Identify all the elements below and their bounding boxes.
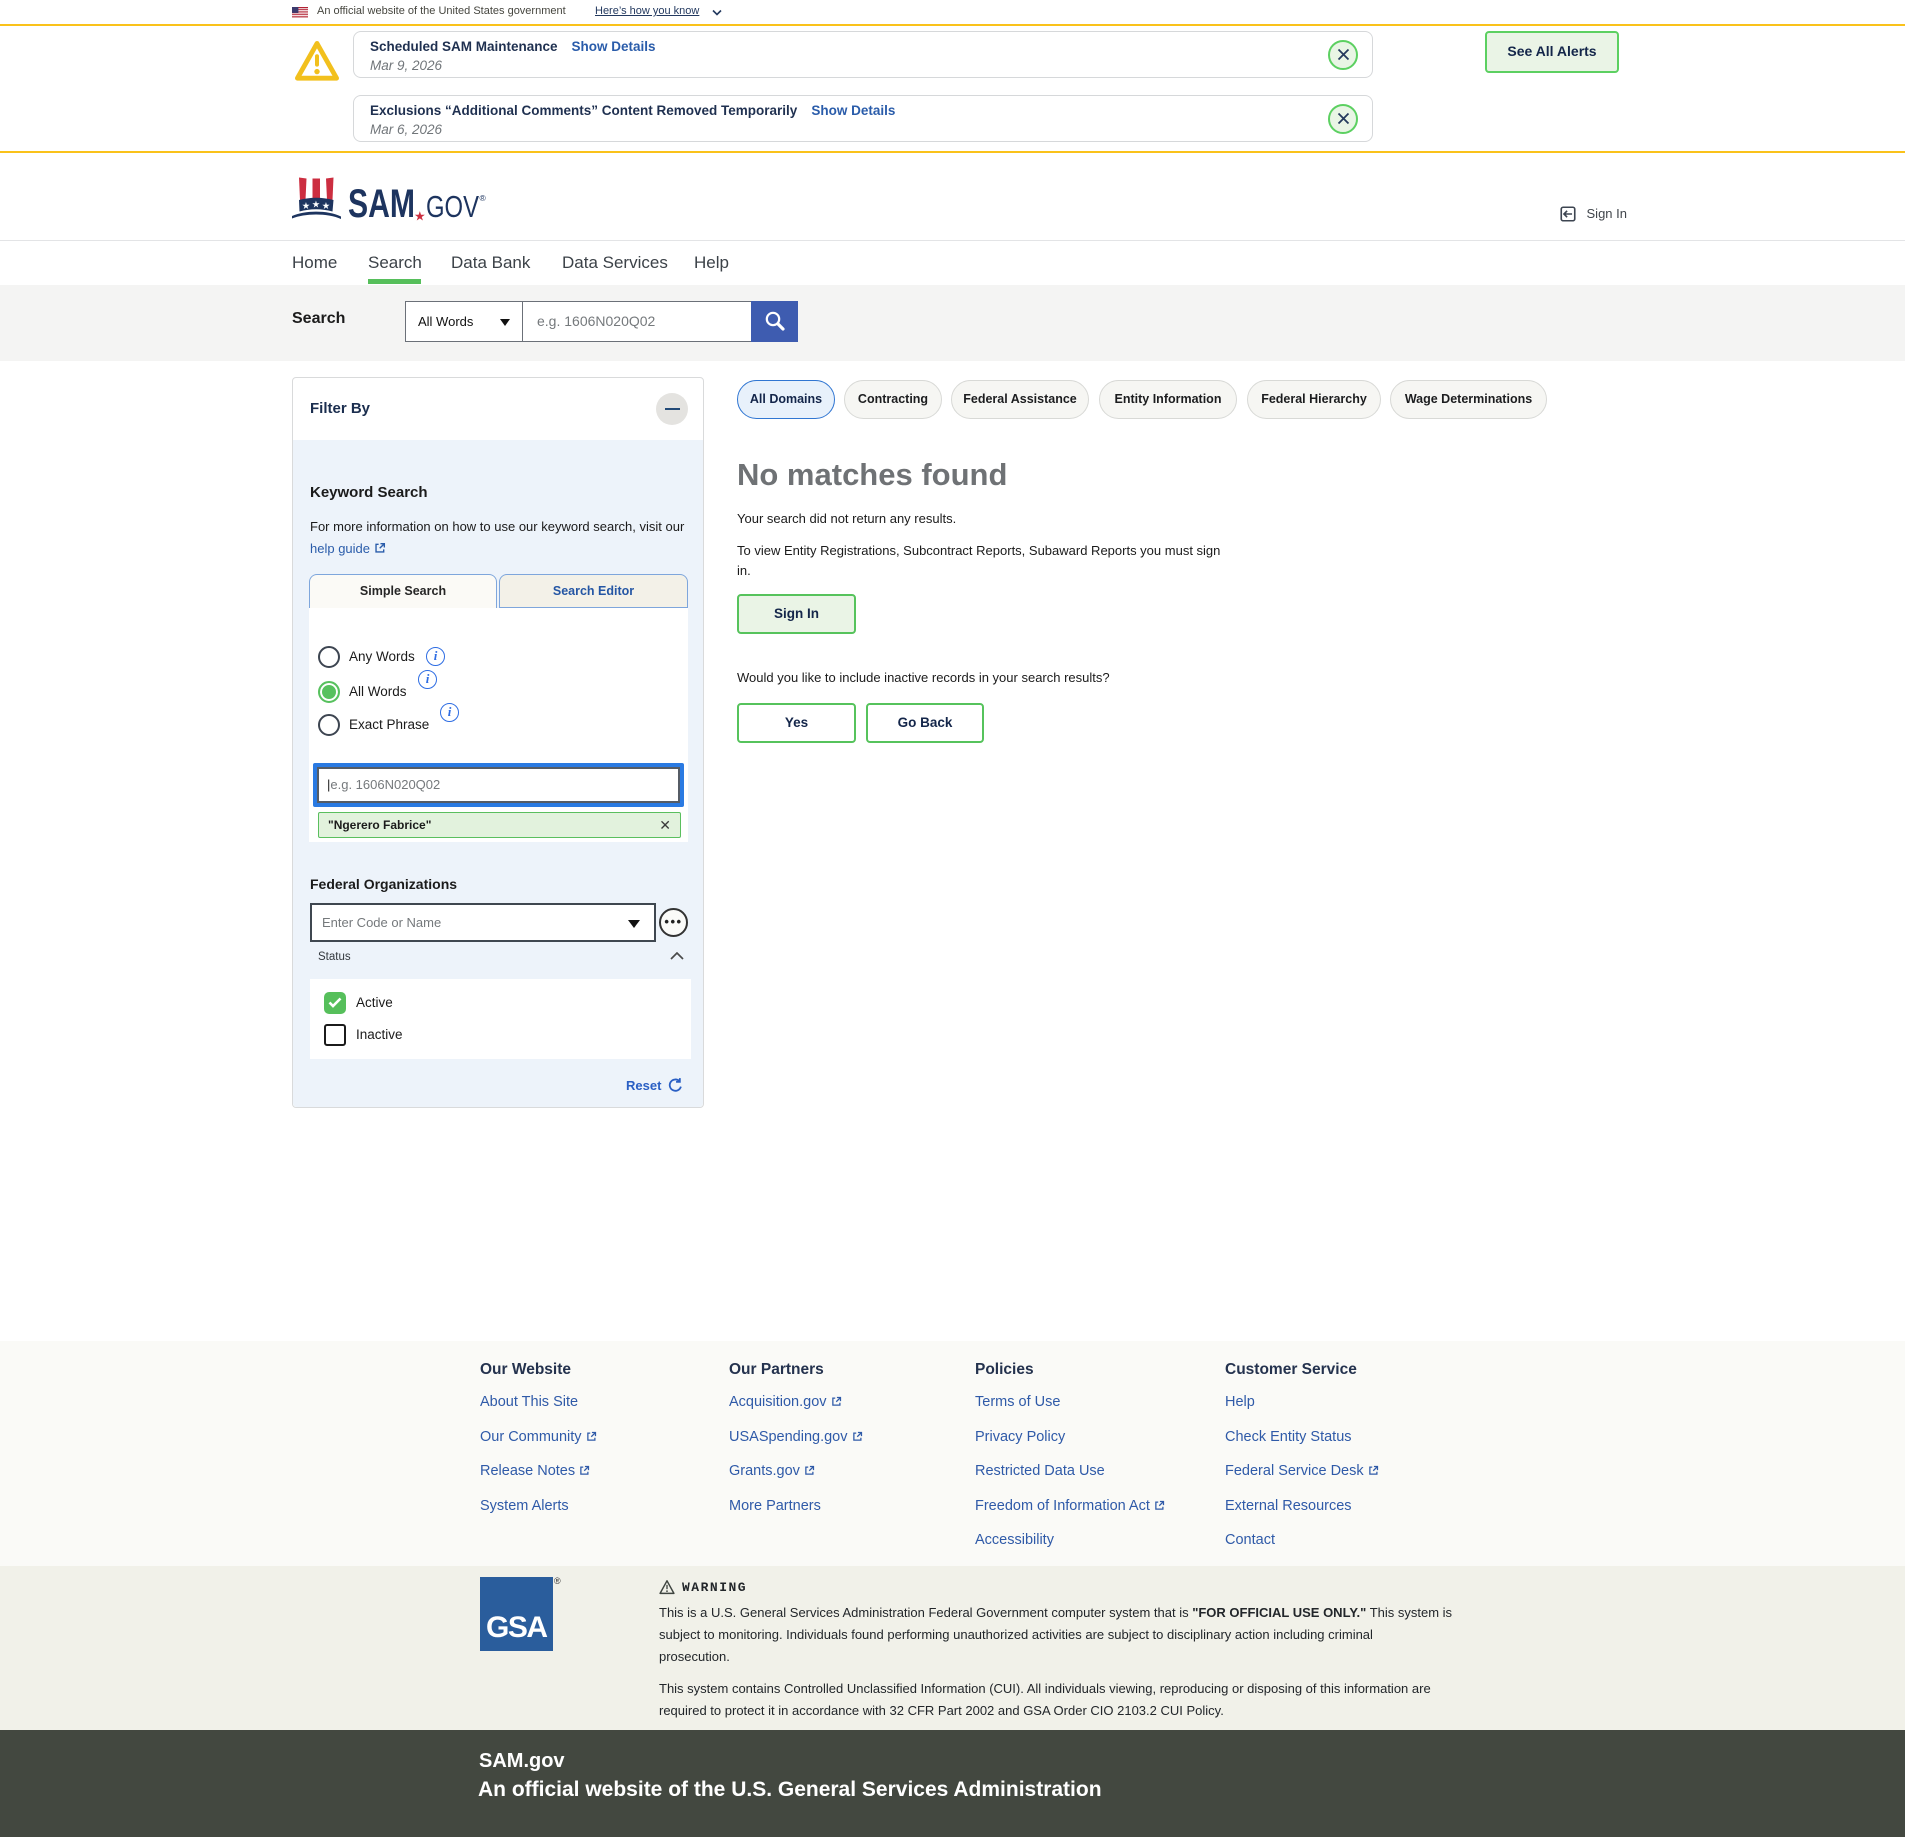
- svg-text:★: ★: [414, 209, 426, 223]
- svg-text:SAM: SAM: [348, 182, 415, 222]
- svg-text:★: ★: [302, 202, 310, 211]
- svg-text:★: ★: [322, 202, 330, 211]
- svg-text:★: ★: [312, 200, 320, 209]
- svg-text:®: ®: [480, 193, 487, 203]
- svg-text:GSA: GSA: [486, 1611, 548, 1644]
- svg-text:GOV: GOV: [426, 189, 479, 222]
